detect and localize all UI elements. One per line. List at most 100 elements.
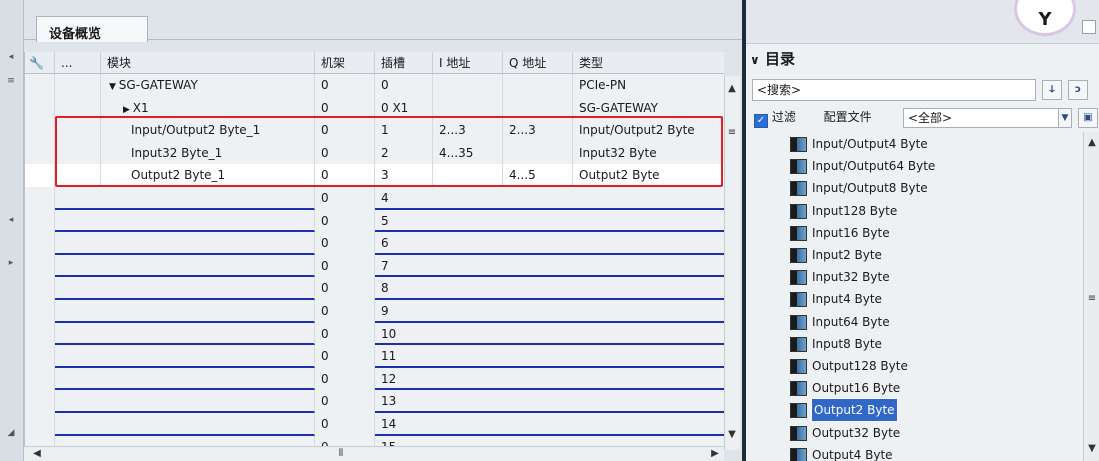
catalog-item[interactable]: Input8 Byte	[786, 333, 1082, 355]
catalog-item[interactable]: Input128 Byte	[786, 200, 1082, 222]
module-cell[interactable]	[55, 390, 315, 413]
module-cell[interactable]	[55, 232, 315, 255]
catalog-item[interactable]: Input2 Byte	[786, 244, 1082, 266]
row-config-cell[interactable]	[25, 187, 55, 210]
slot-cell[interactable]: 13	[375, 390, 724, 413]
slot-cell[interactable]: 11	[375, 345, 724, 368]
slot-cell[interactable]: 12	[375, 368, 724, 391]
corner-arrow-icon[interactable]: ◢	[6, 428, 16, 438]
module-cell[interactable]	[55, 367, 315, 391]
slot-cell[interactable]: 7	[375, 255, 724, 278]
row-config-cell[interactable]	[25, 254, 55, 278]
table-row[interactable]: 0 11	[25, 345, 724, 368]
tab-device-overview[interactable]: 设备概览	[36, 16, 148, 42]
scroll-grip-icon[interactable]: ≡	[725, 126, 739, 140]
scroll-down-icon[interactable]: ▼	[725, 428, 739, 442]
catalog-item[interactable]: Output32 Byte	[786, 422, 1082, 444]
right-arrow-icon[interactable]: ▸	[6, 258, 16, 268]
row-config-cell[interactable]	[25, 232, 55, 255]
table-row[interactable]: 0 10	[25, 322, 724, 346]
catalog-item[interactable]: Input64 Byte	[786, 311, 1082, 333]
slot-cell[interactable]: 4	[375, 187, 724, 210]
tool-icon[interactable]: 🔧	[29, 56, 44, 70]
catalog-item[interactable]: Output16 Byte	[786, 377, 1082, 399]
catalog-item[interactable]: Input32 Byte	[786, 266, 1082, 288]
slot-cell[interactable]: 14	[375, 413, 724, 436]
rack-cell[interactable]: 0	[315, 277, 375, 300]
header-type[interactable]: 类型	[573, 52, 724, 74]
module-cell[interactable]	[55, 300, 315, 323]
row-config-cell[interactable]	[25, 277, 55, 300]
slot-cell[interactable]: 10	[375, 323, 724, 346]
i-address-cell[interactable]	[433, 74, 503, 97]
row-config-cell[interactable]	[25, 300, 55, 323]
slot-cell[interactable]: 0	[375, 74, 433, 97]
catalog-item[interactable]: Input16 Byte	[786, 222, 1082, 244]
table-vertical-scrollbar[interactable]: ▲ ≡ ▼	[724, 76, 740, 450]
rack-cell[interactable]: 0	[315, 345, 375, 368]
catalog-item[interactable]: Output128 Byte	[786, 355, 1082, 377]
module-cell[interactable]	[55, 345, 315, 368]
header-slot[interactable]: 插槽	[375, 52, 433, 74]
module-cell[interactable]	[55, 277, 315, 300]
row-config-cell[interactable]	[25, 322, 55, 346]
search-up-icon[interactable]: ↄ	[1068, 80, 1088, 100]
rack-cell[interactable]: 0	[315, 413, 375, 436]
expand-down-icon[interactable]: ▼	[109, 82, 119, 92]
rack-cell[interactable]: 0	[315, 390, 375, 413]
slot-cell[interactable]: 5	[375, 210, 724, 233]
chevron-down-icon[interactable]: ∨	[750, 53, 760, 67]
scroll-up-icon[interactable]: ▲	[725, 82, 739, 96]
scroll-right-icon[interactable]: ▶	[708, 447, 722, 461]
rack-cell[interactable]: 0	[315, 367, 375, 391]
module-cell[interactable]: ▼ SG-GATEWAY	[101, 74, 315, 97]
hscroll-grip-icon[interactable]: ⦀	[334, 447, 348, 461]
collapse-arrow-icon[interactable]: ◂	[6, 52, 16, 62]
table-row[interactable]: 0 12	[25, 367, 724, 391]
slot-cell[interactable]: 9	[375, 300, 724, 323]
slot-cell[interactable]: 8	[375, 277, 724, 300]
module-cell[interactable]	[55, 254, 315, 278]
catalog-scroll-grip-icon[interactable]: ≡	[1085, 292, 1099, 306]
header-config-cell[interactable]: 🔧	[25, 52, 55, 74]
module-cell[interactable]	[55, 322, 315, 346]
profile-select[interactable]: <全部>	[903, 108, 1071, 128]
rack-cell[interactable]: 0	[315, 254, 375, 278]
table-row[interactable]: 06	[25, 232, 724, 255]
table-row[interactable]: 08	[25, 277, 724, 300]
table-row[interactable]: 0 13	[25, 390, 724, 413]
filter-checkbox[interactable]: ✓	[754, 114, 768, 128]
expand-right-icon[interactable]: ▶	[123, 105, 133, 115]
module-cell[interactable]	[55, 187, 315, 210]
header-i-address[interactable]: I 地址	[433, 52, 503, 74]
catalog-item[interactable]: Input/Output64 Byte	[786, 155, 1082, 177]
catalog-item[interactable]: Input/Output8 Byte	[786, 177, 1082, 199]
rack-cell[interactable]: 0	[315, 209, 375, 233]
slot-cell[interactable]: 6	[375, 232, 724, 255]
catalog-item[interactable]: Input/Output4 Byte	[786, 133, 1082, 155]
row-config-cell[interactable]	[25, 367, 55, 391]
table-horizontal-scrollbar[interactable]: ◀ ⦀ ▶	[24, 446, 724, 461]
catalog-item[interactable]: Input4 Byte	[786, 288, 1082, 310]
row-config-cell[interactable]	[25, 390, 55, 413]
table-row[interactable]: 0 14	[25, 413, 724, 436]
rack-cell[interactable]: 0	[315, 187, 375, 210]
search-down-icon[interactable]: ↆ	[1042, 80, 1062, 100]
rack-cell[interactable]: 0	[315, 74, 375, 97]
catalog-options-icon[interactable]: ▣	[1078, 108, 1098, 128]
catalog-item[interactable]: Output4 Byte	[786, 444, 1082, 461]
rack-cell[interactable]: 0	[315, 322, 375, 346]
module-cell[interactable]	[55, 413, 315, 436]
rack-cell[interactable]: 0	[315, 300, 375, 323]
table-row[interactable]: 09	[25, 300, 724, 323]
table-row[interactable]: 07	[25, 254, 724, 278]
catalog-header[interactable]: ∨ 目录	[750, 48, 795, 69]
dropdown-arrow-icon[interactable]: ▼	[1058, 108, 1072, 128]
type-cell[interactable]: PCIe-PN	[573, 74, 724, 97]
q-address-cell[interactable]	[503, 74, 573, 97]
header-q-address[interactable]: Q 地址	[503, 52, 573, 74]
catalog-search-input[interactable]: <搜索>	[752, 79, 1036, 101]
header-rack[interactable]: 机架	[315, 52, 375, 74]
grip-icon[interactable]: ≡	[6, 76, 16, 86]
module-cell[interactable]	[55, 209, 315, 233]
